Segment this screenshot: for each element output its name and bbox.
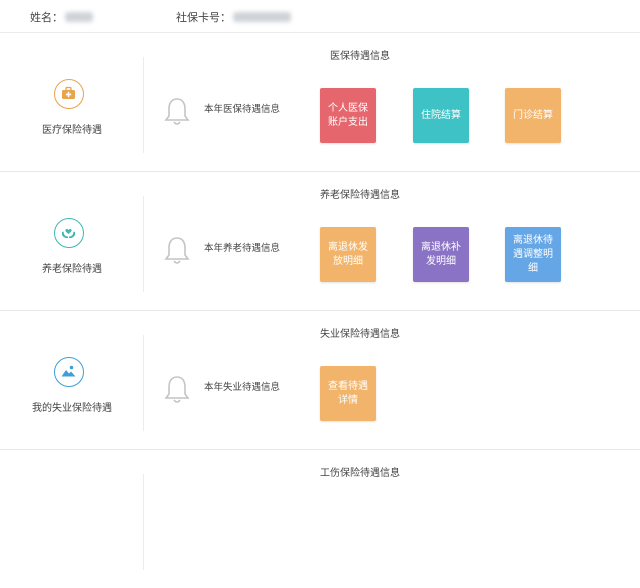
tile-label: 门诊结算 [513,109,553,121]
work-injury-section-title: 工伤保险待遇信息 [320,468,400,479]
tile-label: 离退休发放明细 [328,241,368,267]
divider [143,474,144,570]
view-benefit-details-button[interactable]: 查看待遇详情 [320,366,376,421]
tile-label: 住院结算 [421,109,461,121]
divider [143,196,144,292]
pension-row-label: 本年养老待遇信息 [204,243,281,254]
medical-insurance-nav[interactable]: 医疗保险待遇 [0,33,144,171]
pension-section: 养老保险待遇信息 养老保险待遇 本年养老待遇信息 离退休发放明细 离退休补发明细… [0,172,640,311]
medical-section: 医保待遇信息 医疗保险待遇 本年医保待遇信息 个人医保账户支出 住院结算 门诊结… [0,33,640,172]
name-label: 姓名： [30,11,63,24]
name-field: 姓名： [30,9,93,25]
card-label: 社保卡号： [176,11,231,24]
unemployment-section: 失业保险待遇信息 我的失业保险待遇 本年失业待遇信息 查看待遇详情 [0,311,640,450]
tile-label: 查看待遇详情 [328,380,368,406]
card-value-redacted [233,12,291,22]
name-value-redacted [65,12,93,22]
retirement-payment-details-button[interactable]: 离退休发放明细 [320,227,376,282]
inpatient-settlement-button[interactable]: 住院结算 [413,88,469,143]
unemployment-row-label: 本年失业待遇信息 [204,382,281,393]
divider [143,57,144,153]
bell-icon [164,98,190,125]
bell-icon [164,237,190,264]
pension-insurance-nav[interactable]: 养老保险待遇 [0,172,144,310]
medical-nav-label: 医疗保险待遇 [42,125,102,136]
retirement-back-pay-details-button[interactable]: 离退休补发明细 [413,227,469,282]
card-field: 社保卡号： [176,9,291,25]
medical-kit-icon [54,79,84,109]
tile-label: 离退休待遇调整明细 [513,234,553,274]
outpatient-settlement-button[interactable]: 门诊结算 [505,88,561,143]
pension-nav-label: 养老保险待遇 [42,264,102,275]
work-injury-section: 工伤保险待遇信息 [0,450,640,588]
medical-row-label: 本年医保待遇信息 [204,104,281,115]
personal-account-expense-button[interactable]: 个人医保账户支出 [320,88,376,143]
tile-label: 个人医保账户支出 [328,102,368,128]
unemployment-nav-label: 我的失业保险待遇 [32,403,112,414]
unemployment-insurance-nav[interactable]: 我的失业保险待遇 [0,311,144,449]
retirement-adjustment-details-button[interactable]: 离退休待遇调整明细 [505,227,561,282]
user-info-bar: 姓名： 社保卡号： [0,0,640,33]
hands-heart-icon [54,218,84,248]
tile-label: 离退休补发明细 [421,241,461,267]
landscape-icon [54,357,84,387]
bell-icon [164,376,190,403]
divider [143,335,144,431]
